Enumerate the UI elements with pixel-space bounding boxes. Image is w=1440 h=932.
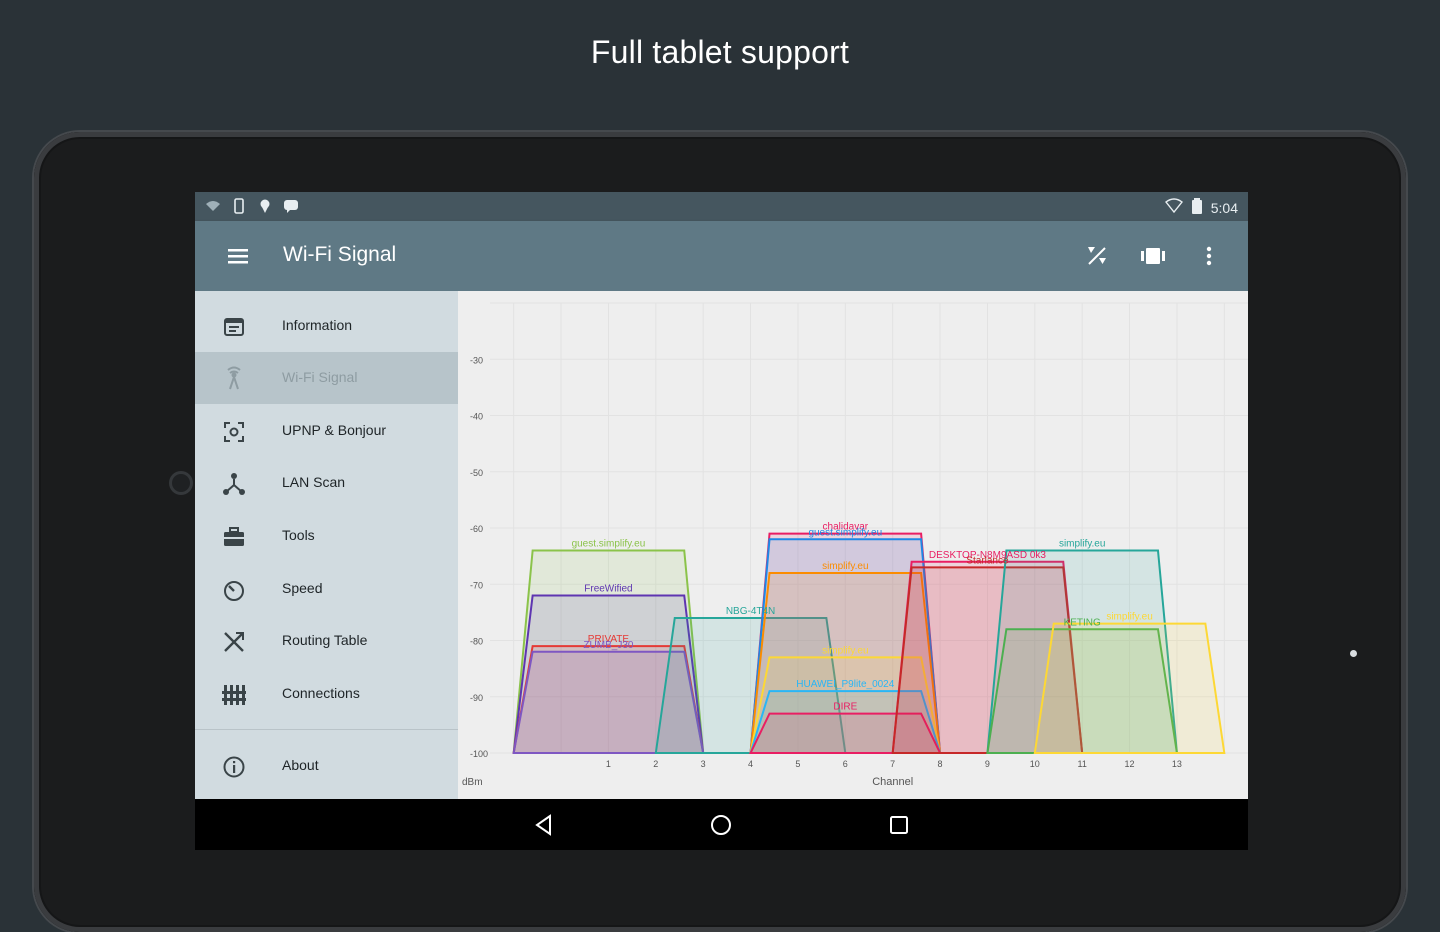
status-bar: 5:04 — [195, 192, 1248, 221]
navigation-bar — [195, 799, 1248, 850]
speedometer-icon — [221, 577, 247, 603]
location-notification-icon — [257, 198, 273, 217]
menu-icon[interactable] — [225, 243, 251, 269]
filter-icon[interactable] — [1084, 243, 1110, 269]
network-label: ZUMB_J30 — [583, 640, 633, 651]
x-tick-label: 1 — [606, 759, 611, 769]
sensor-dot — [1350, 650, 1357, 657]
sidebar-item-information[interactable]: Information — [195, 300, 458, 352]
sidebar-item-about[interactable]: About — [195, 740, 458, 792]
sidebar-item-routing-table[interactable]: Routing Table — [195, 615, 458, 667]
y-tick-label: -30 — [470, 355, 483, 365]
network-label: guest.simplify.eu — [572, 539, 646, 550]
y-tick-label: -90 — [470, 693, 483, 703]
antenna-icon — [221, 366, 247, 392]
tablet-screen: 5:04 Wi-Fi Signal Information Wi-Fi Sign… — [195, 192, 1248, 850]
x-tick-label: 6 — [843, 759, 848, 769]
sidebar-item-label: Tools — [282, 527, 315, 543]
sidebar-item-label: Speed — [282, 580, 323, 596]
x-tick-label: 10 — [1030, 759, 1040, 769]
network-label: HUAWEI_P9lite_0024 — [796, 679, 894, 690]
x-tick-label: 7 — [890, 759, 895, 769]
y-tick-label: -80 — [470, 637, 483, 647]
x-tick-label: 3 — [701, 759, 706, 769]
calendar-icon — [221, 314, 247, 340]
sidebar-item-tools[interactable]: Tools — [195, 510, 458, 562]
recents-icon[interactable] — [887, 813, 911, 837]
drawer-divider — [195, 729, 458, 730]
network-label: DIRE — [833, 702, 857, 713]
x-tick-label: 9 — [985, 759, 990, 769]
sidebar-item-label: Information — [282, 317, 353, 333]
routing-icon — [221, 629, 247, 655]
camera-icon — [172, 474, 190, 492]
back-icon[interactable] — [532, 813, 556, 837]
info-icon — [221, 754, 247, 780]
y-tick-label: -70 — [470, 580, 483, 590]
sidebar-item-lan-scan[interactable]: LAN Scan — [195, 457, 458, 509]
network-label: simplify.eu — [1106, 612, 1153, 623]
more-options-icon[interactable] — [1196, 243, 1222, 269]
x-tick-label: 12 — [1125, 759, 1135, 769]
y-tick-label: -100 — [470, 749, 488, 759]
sidebar-item-label: UPNP & Bonjour — [282, 422, 387, 438]
sidebar-item-connections[interactable]: Connections — [195, 668, 458, 720]
x-tick-label: 13 — [1172, 759, 1182, 769]
chat-notification-icon — [283, 198, 299, 217]
wifi-status-icon — [1164, 198, 1183, 217]
y-tick-label: -50 — [470, 468, 483, 478]
x-tick-label: 5 — [795, 759, 800, 769]
sidebar-item-wifi-signal[interactable]: Wi-Fi Signal — [195, 352, 458, 404]
signal-chart: guest.simplify.euFreeWifiedPRIVATEZUMB_J… — [462, 302, 1248, 788]
connections-icon — [221, 682, 247, 708]
phone-notification-icon — [231, 198, 247, 217]
sidebar-item-label: Connections — [282, 685, 360, 701]
y-tick-label: -40 — [470, 412, 483, 422]
x-axis-label: Channel — [872, 776, 913, 788]
network-label: simplify.eu — [822, 645, 869, 656]
clock: 5:04 — [1210, 199, 1238, 216]
network-label: Starlance — [966, 555, 1009, 566]
battery-icon — [1191, 198, 1203, 217]
y-tick-label: -60 — [470, 524, 483, 534]
sidebar-item-speed[interactable]: Speed — [195, 563, 458, 615]
network-label: simplify.eu — [1059, 539, 1106, 550]
wifi-notification-icon — [205, 198, 221, 217]
y-axis-label: dBm — [462, 777, 483, 788]
sidebar-item-label: Routing Table — [282, 632, 368, 648]
home-icon[interactable] — [709, 813, 733, 837]
network-label: FreeWified — [584, 584, 632, 595]
x-tick-label: 2 — [653, 759, 658, 769]
sidebar-item-upnp-bonjour[interactable]: UPNP & Bonjour — [195, 405, 458, 457]
sidebar-item-label: About — [282, 757, 319, 773]
toolbox-icon — [221, 524, 247, 550]
network-icon — [221, 471, 247, 497]
signal-area — [1033, 622, 1226, 754]
network-label: KETING — [1064, 617, 1101, 628]
page-title: Wi-Fi Signal — [283, 243, 397, 266]
scan-icon — [221, 419, 247, 445]
network-label: NBG-4T4N — [726, 606, 775, 617]
x-tick-label: 11 — [1078, 759, 1087, 769]
x-tick-label: 4 — [748, 759, 753, 769]
sidebar-item-label: LAN Scan — [282, 474, 346, 490]
headline: Full tablet support — [590, 34, 850, 70]
app-bar: Wi-Fi Signal — [195, 221, 1248, 291]
network-label: simplify.eu — [822, 561, 869, 572]
x-tick-label: 8 — [938, 759, 943, 769]
sidebar-item-label: Wi-Fi Signal — [282, 369, 358, 385]
network-label: guest.simplify.eu — [808, 527, 882, 538]
signal-chart-panel: guest.simplify.eu FreeWified PRIVATE ZUMB_J… — [458, 291, 1248, 799]
view-toggle-icon[interactable] — [1140, 243, 1166, 269]
navigation-drawer: Information Wi-Fi Signal UPNP & Bonjour … — [195, 291, 458, 799]
